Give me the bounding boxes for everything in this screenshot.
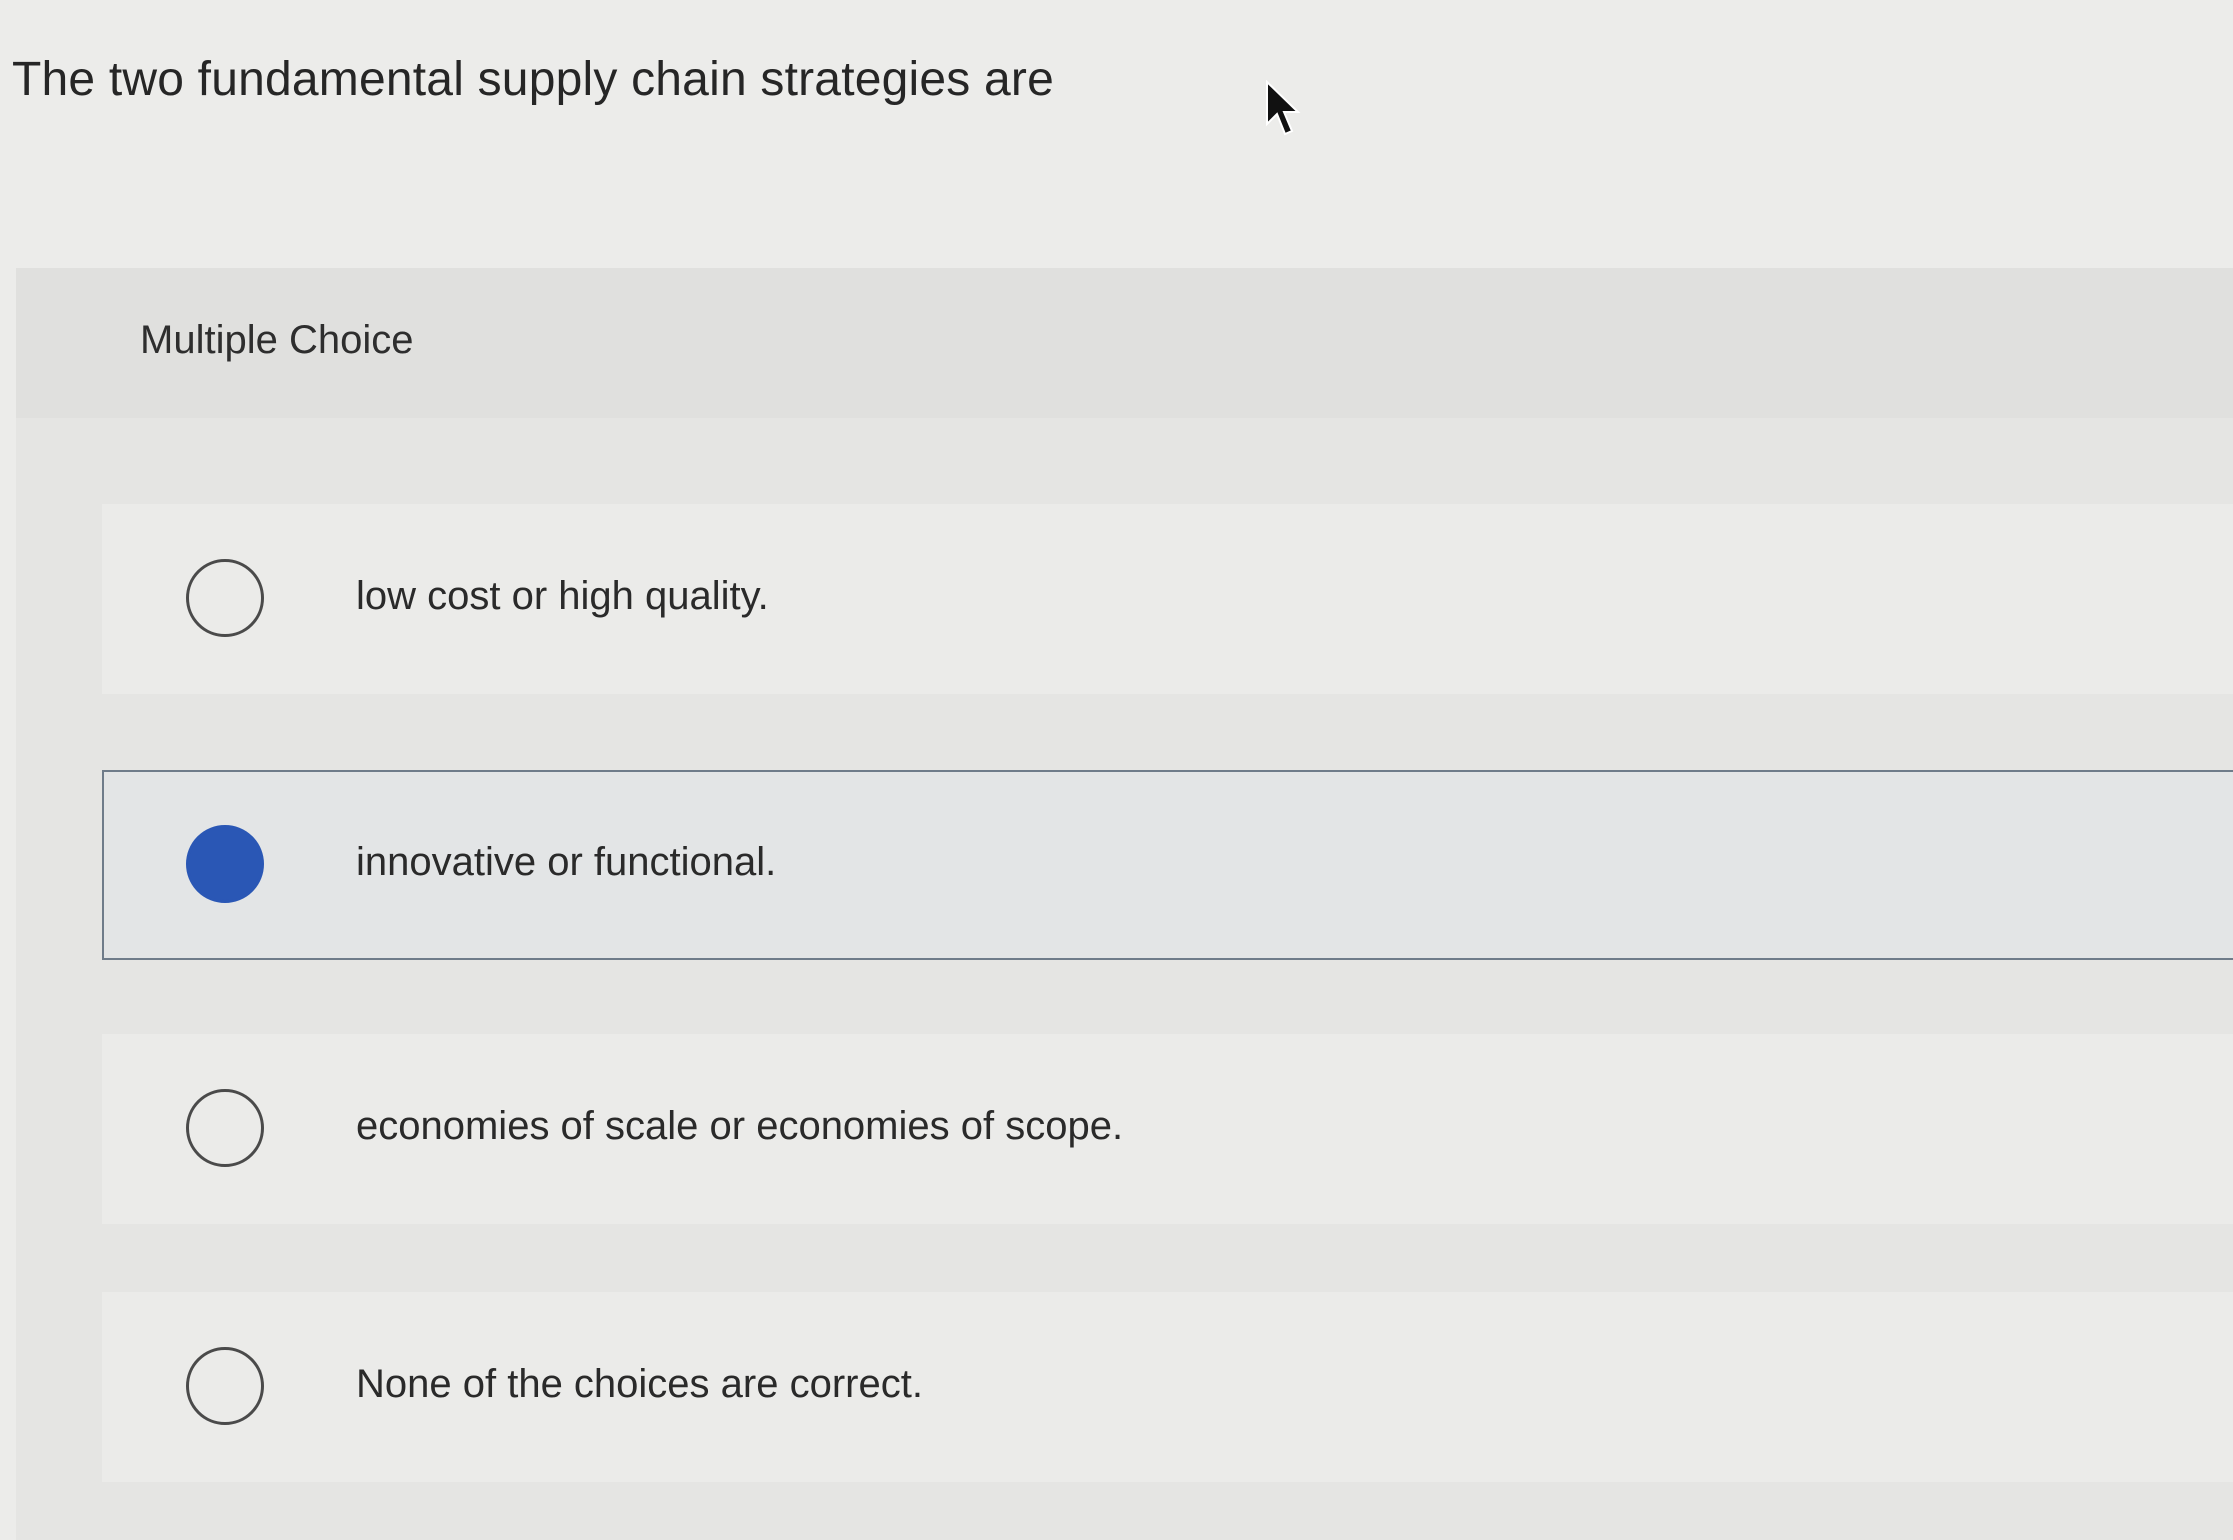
mouse-pointer-icon [1266, 80, 1301, 136]
radio-selected-icon[interactable] [186, 825, 264, 903]
answer-option-label: None of the choices are correct. [356, 1362, 923, 1406]
question-type-label: Multiple Choice [140, 318, 414, 362]
answer-option-label: innovative or functional. [356, 840, 777, 884]
answer-option-label: low cost or high quality. [356, 574, 769, 618]
radio-unselected-icon[interactable] [186, 1347, 264, 1425]
radio-unselected-icon[interactable] [186, 559, 264, 637]
answer-option-label: economies of scale or economies of scope… [356, 1104, 1124, 1148]
radio-unselected-icon[interactable] [186, 1089, 264, 1167]
answer-option-4[interactable]: None of the choices are correct. [102, 1292, 2233, 1482]
multiple-choice-panel: Multiple Choice low cost or high quality… [16, 268, 2233, 1540]
answer-option-3[interactable]: economies of scale or economies of scope… [102, 1034, 2233, 1224]
question-text: The two fundamental supply chain strateg… [12, 53, 1054, 106]
panel-header: Multiple Choice [16, 268, 2233, 418]
answer-option-1[interactable]: low cost or high quality. [102, 504, 2233, 694]
answer-option-2[interactable]: innovative or functional. [102, 770, 2233, 960]
